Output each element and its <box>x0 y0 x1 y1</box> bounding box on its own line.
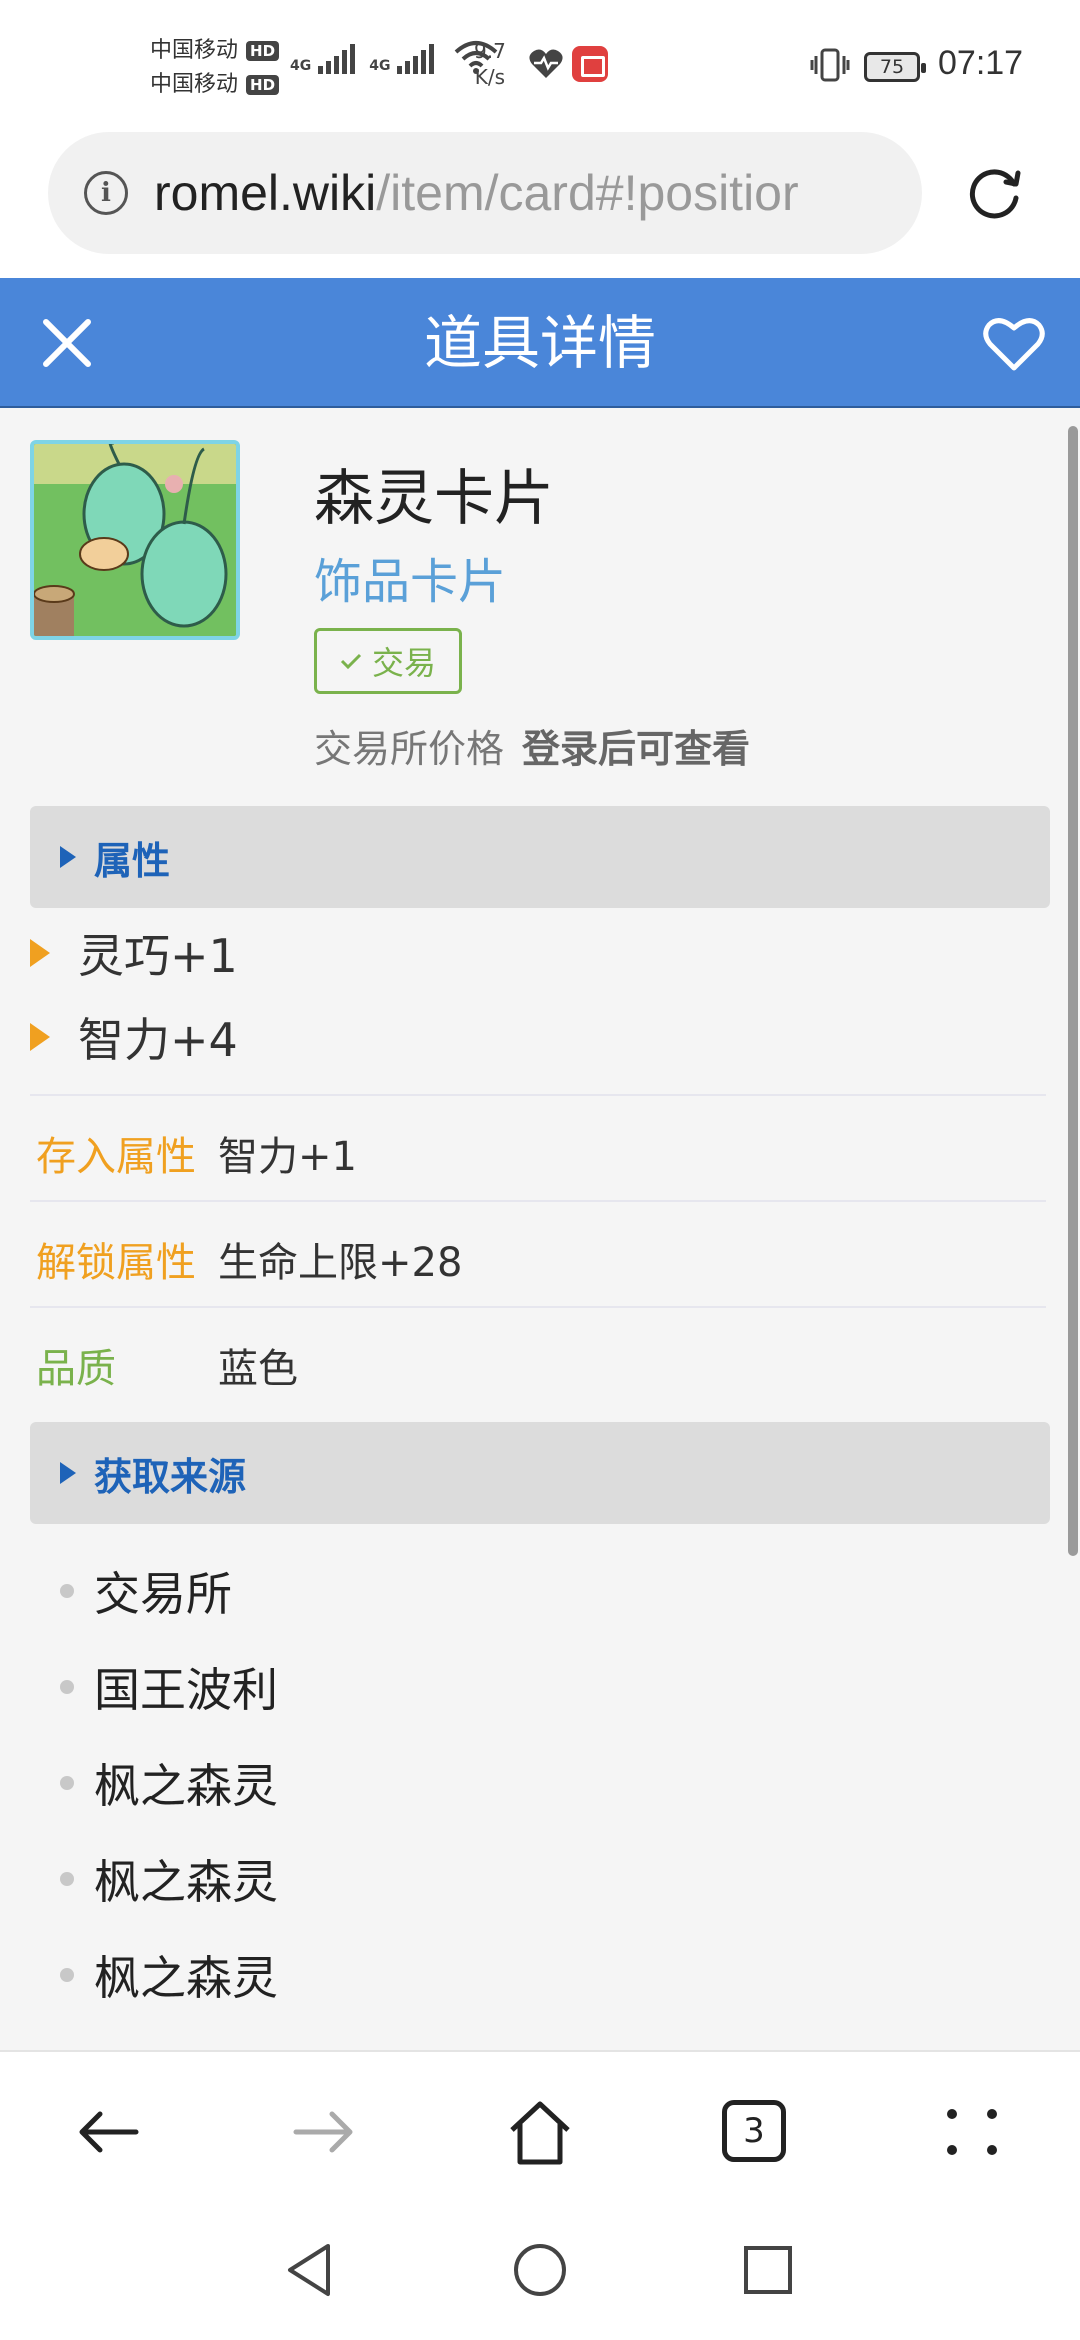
item-type[interactable]: 饰品卡片 <box>314 542 506 612</box>
expand-triangle-icon <box>60 846 76 868</box>
browser-toolbar: i romel.wiki/item/card#!positior <box>0 130 1080 278</box>
quality-row: 品质 蓝色 <box>36 1336 298 1394</box>
source-item[interactable]: 国王波利 <box>60 1654 278 1720</box>
divider <box>30 1200 1046 1202</box>
trade-badge-label: 交易 <box>371 644 436 682</box>
system-home-icon[interactable] <box>510 2240 570 2300</box>
more-menu-icon[interactable] <box>936 2096 1008 2168</box>
divider <box>30 1306 1046 1308</box>
heart-icon[interactable] <box>982 314 1046 374</box>
heart-pulse-icon <box>529 49 563 78</box>
sources-section-header[interactable]: 获取来源 <box>30 1422 1050 1524</box>
source-text: 枫之森灵 <box>94 1759 278 1813</box>
system-recents-icon[interactable] <box>738 2240 798 2300</box>
bullet-triangle-icon <box>30 1023 50 1051</box>
sources-section-title: 获取来源 <box>94 1454 247 1499</box>
attributes-section-header[interactable]: 属性 <box>30 806 1050 908</box>
vibrate-icon <box>810 48 850 82</box>
divider <box>30 1094 1046 1096</box>
bullet-triangle-icon <box>30 939 50 967</box>
clock: 07:17 <box>938 44 1024 82</box>
url-domain: romel.wiki <box>154 165 377 221</box>
card-illustration <box>34 444 236 636</box>
forward-arrow-icon[interactable] <box>288 2096 360 2168</box>
browser-bottom-nav: 3 <box>0 2050 1080 2210</box>
url-path: /item/card#!positior <box>376 165 799 221</box>
back-arrow-icon[interactable] <box>72 2096 144 2168</box>
book-app-icon <box>572 46 608 82</box>
bullet-dot-icon <box>60 1776 74 1790</box>
carrier-info: 中国移动 HD 中国移动 HD <box>150 34 280 102</box>
source-text: 交易所 <box>94 1567 232 1621</box>
item-detail-content[interactable]: 森灵卡片 饰品卡片 交易 交易所价格 登录后可查看 属性 灵巧+1 智力+4 存入… <box>0 408 1080 2050</box>
attribute-item: 智力+4 <box>30 1004 238 1070</box>
signal-icon-1: 4G <box>290 44 356 74</box>
expand-triangle-icon <box>60 1462 76 1484</box>
exchange-price: 交易所价格 登录后可查看 <box>314 718 750 773</box>
system-back-icon[interactable] <box>280 2240 340 2300</box>
price-label: 交易所价格 <box>314 727 505 771</box>
deposit-label: 存入属性 <box>36 1134 196 1180</box>
source-text: 国王波利 <box>94 1663 278 1717</box>
trade-badge: 交易 <box>314 628 462 694</box>
deposit-attribute-row: 存入属性 智力+1 <box>36 1124 357 1182</box>
carrier-1: 中国移动 <box>150 38 239 63</box>
attributes-section-title: 属性 <box>94 838 171 883</box>
source-text: 枫之森灵 <box>94 1855 278 1909</box>
info-icon[interactable]: i <box>84 171 128 215</box>
tabs-counter-button[interactable]: 3 <box>722 2100 786 2162</box>
carrier-2: 中国移动 <box>150 72 239 97</box>
source-text: 枫之森灵 <box>94 1951 278 2005</box>
url-text[interactable]: romel.wiki/item/card#!positior <box>154 164 799 222</box>
hd-badge-1: HD <box>246 41 280 61</box>
signal-indicators: 4G 4G <box>290 40 498 74</box>
source-item[interactable]: 枫之森灵 <box>60 1942 278 2008</box>
bullet-dot-icon <box>60 1584 74 1598</box>
quality-label: 品质 <box>36 1346 116 1392</box>
system-nav-bar <box>0 2210 1080 2340</box>
source-item[interactable]: 枫之森灵 <box>60 1846 278 1912</box>
card-image <box>30 440 240 640</box>
bullet-dot-icon <box>60 1680 74 1694</box>
status-bar: 中国移动 HD 中国移动 HD 4G 4G 9.7 K/s 75 07:17 <box>0 0 1080 130</box>
attribute-item: 灵巧+1 <box>30 920 238 986</box>
attribute-text: 智力+4 <box>78 1013 238 1067</box>
item-name: 森灵卡片 <box>314 464 554 534</box>
battery-icon: 75 <box>864 52 926 82</box>
check-icon <box>340 653 362 670</box>
refresh-icon[interactable] <box>962 160 1026 224</box>
source-item[interactable]: 枫之森灵 <box>60 1750 278 1816</box>
unlock-attribute-row: 解锁属性 生命上限+28 <box>36 1230 462 1288</box>
app-header: 道具详情 <box>0 278 1080 408</box>
page-title: 道具详情 <box>423 309 656 377</box>
signal-icon-2: 4G <box>369 44 435 74</box>
quality-value: 蓝色 <box>218 1346 298 1392</box>
bullet-dot-icon <box>60 1872 74 1886</box>
price-value[interactable]: 登录后可查看 <box>522 727 750 771</box>
url-bar[interactable]: i romel.wiki/item/card#!positior <box>48 132 922 254</box>
attribute-text: 灵巧+1 <box>78 929 238 983</box>
source-item[interactable]: 交易所 <box>60 1558 232 1624</box>
network-speed: 9.7 K/s <box>474 39 506 89</box>
scrollbar[interactable] <box>1068 426 1078 1556</box>
close-icon[interactable] <box>38 314 96 372</box>
bullet-dot-icon <box>60 1968 74 1982</box>
unlock-value: 生命上限+28 <box>218 1240 463 1286</box>
deposit-value: 智力+1 <box>218 1134 357 1180</box>
unlock-label: 解锁属性 <box>36 1240 196 1286</box>
home-icon[interactable] <box>504 2096 576 2168</box>
hd-badge-2: HD <box>246 75 280 95</box>
